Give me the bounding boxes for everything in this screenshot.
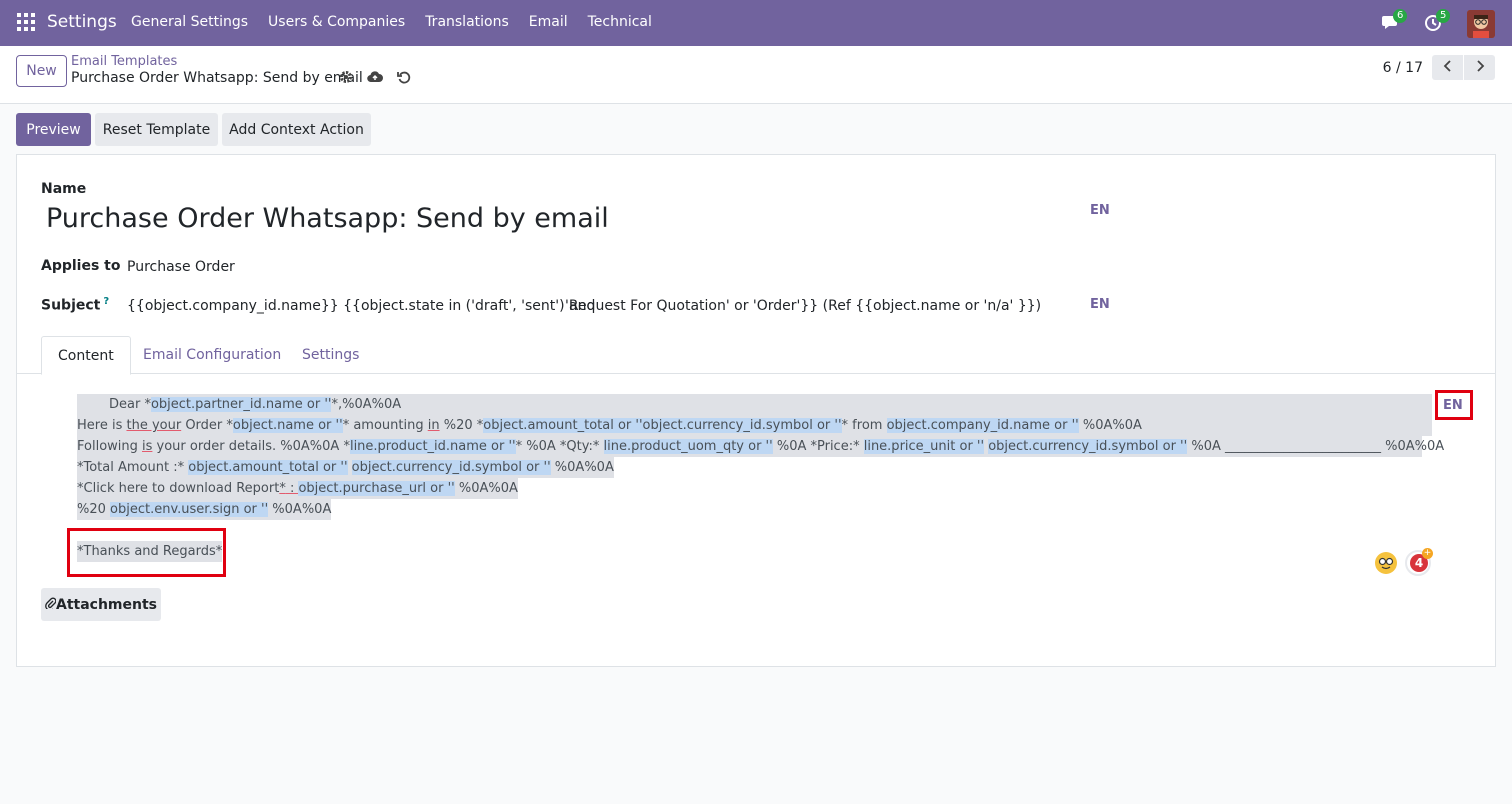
subject-lang-button[interactable]: EN	[1090, 297, 1110, 312]
paperclip-icon	[45, 597, 57, 613]
menu-technical[interactable]: Technical	[588, 14, 652, 30]
preview-button[interactable]: Preview	[16, 113, 91, 146]
activity-clock-icon[interactable]: 5	[1424, 9, 1451, 34]
tab-email-configuration[interactable]: Email Configuration	[143, 336, 281, 374]
chevron-right-icon	[1475, 60, 1485, 75]
editor-line: *Total Amount :* object.amount_total or …	[77, 457, 614, 478]
cloud-upload-icon[interactable]	[367, 70, 383, 88]
menu-translations[interactable]: Translations	[425, 14, 509, 30]
tab-settings[interactable]: Settings	[302, 336, 359, 374]
thanks-highlight-box	[67, 528, 226, 577]
name-label: Name	[41, 181, 87, 197]
messaging-icon[interactable]: 6	[1381, 9, 1408, 34]
editor-line: Here is the your Order *object.name or '…	[77, 415, 1432, 436]
attachments-button[interactable]: Attachments	[41, 588, 161, 621]
editor-line: Following is your order details. %0A%0A …	[77, 436, 1444, 457]
subject-help-icon[interactable]: ?	[103, 296, 109, 307]
top-navbar: Settings General Settings Users & Compan…	[0, 0, 1512, 46]
control-panel: New Email Templates Purchase Order Whats…	[0, 46, 1512, 104]
name-lang-button[interactable]: EN	[1090, 203, 1110, 218]
user-avatar[interactable]	[1467, 10, 1495, 38]
chevron-left-icon	[1443, 60, 1453, 75]
reset-template-button[interactable]: Reset Template	[95, 113, 218, 146]
name-field[interactable]: Purchase Order Whatsapp: Send by email	[46, 203, 609, 234]
menu-email[interactable]: Email	[529, 14, 568, 30]
main-menu: General Settings Users & Companies Trans…	[131, 14, 672, 30]
new-button[interactable]: New	[16, 55, 67, 87]
messaging-badge: 6	[1393, 9, 1408, 23]
subject-label-text: Subject	[41, 297, 101, 314]
app-brand[interactable]: Settings	[47, 12, 117, 32]
editor-lang-button[interactable]: EN	[1443, 398, 1463, 413]
applies-to-value: Purchase Order	[127, 259, 235, 275]
pager-next-button[interactable]	[1464, 55, 1495, 80]
grammar-plus-icon: +	[1422, 548, 1433, 559]
breadcrumb-current: Purchase Order Whatsapp: Send by email	[71, 70, 363, 86]
apps-menu-icon[interactable]	[17, 13, 35, 31]
menu-general-settings[interactable]: General Settings	[131, 14, 248, 30]
notebook-tabs: Content Email Configuration Settings	[17, 336, 1495, 375]
pager-value[interactable]: 6 / 17	[1383, 60, 1423, 76]
editor-line: %20 object.env.user.sign or '' %0A%0A	[77, 499, 332, 520]
add-context-action-button[interactable]: Add Context Action	[222, 113, 371, 146]
discard-undo-icon[interactable]	[397, 70, 411, 88]
editor-line: Dear *object.partner_id.name or ''*,%0A%…	[77, 394, 1432, 415]
subject-label: Subject?	[41, 296, 109, 314]
breadcrumb-email-templates[interactable]: Email Templates	[71, 54, 177, 69]
applies-to-label: Applies to	[41, 258, 121, 274]
subject-field-part2[interactable]: 'Request For Quotation' or 'Order'}} (Re…	[565, 298, 1041, 314]
pager-previous-button[interactable]	[1432, 55, 1463, 80]
activity-badge: 5	[1436, 9, 1451, 23]
grammar-check-icon[interactable]: 4 +	[1405, 548, 1433, 576]
gear-icon[interactable]	[339, 70, 353, 88]
menu-users-companies[interactable]: Users & Companies	[268, 14, 405, 30]
editor-line: *Click here to download Report* : object…	[77, 478, 518, 499]
record-actions	[339, 70, 411, 88]
tab-content[interactable]: Content	[41, 336, 131, 375]
subject-field-part1[interactable]: {{object.company_id.name}} {{object.stat…	[127, 298, 595, 314]
form-sheet: Name Purchase Order Whatsapp: Send by em…	[16, 154, 1496, 667]
emoji-nerd-icon[interactable]	[1375, 552, 1397, 574]
